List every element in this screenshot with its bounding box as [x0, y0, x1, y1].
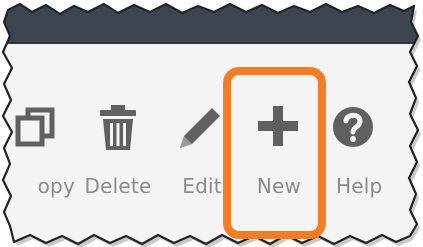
copy-label: opy	[37, 174, 75, 198]
new-button[interactable]: New	[236, 100, 322, 210]
delete-label: Delete	[84, 174, 152, 198]
copy-icon	[15, 107, 55, 147]
toolbar: opy Delete Edit New Help	[0, 0, 423, 247]
new-label: New	[256, 174, 302, 198]
trash-icon	[100, 105, 136, 150]
help-label: Help	[336, 174, 383, 198]
question-icon	[333, 107, 373, 147]
edit-button[interactable]: Edit	[172, 100, 232, 210]
screenshot-canvas: opy Delete Edit New Help	[0, 0, 423, 247]
help-button[interactable]: Help	[326, 100, 392, 210]
plus-icon	[258, 106, 298, 146]
pencil-icon	[180, 108, 220, 148]
edit-label: Edit	[182, 174, 222, 198]
delete-button[interactable]: Delete	[78, 100, 158, 210]
copy-button[interactable]: opy	[0, 100, 75, 210]
